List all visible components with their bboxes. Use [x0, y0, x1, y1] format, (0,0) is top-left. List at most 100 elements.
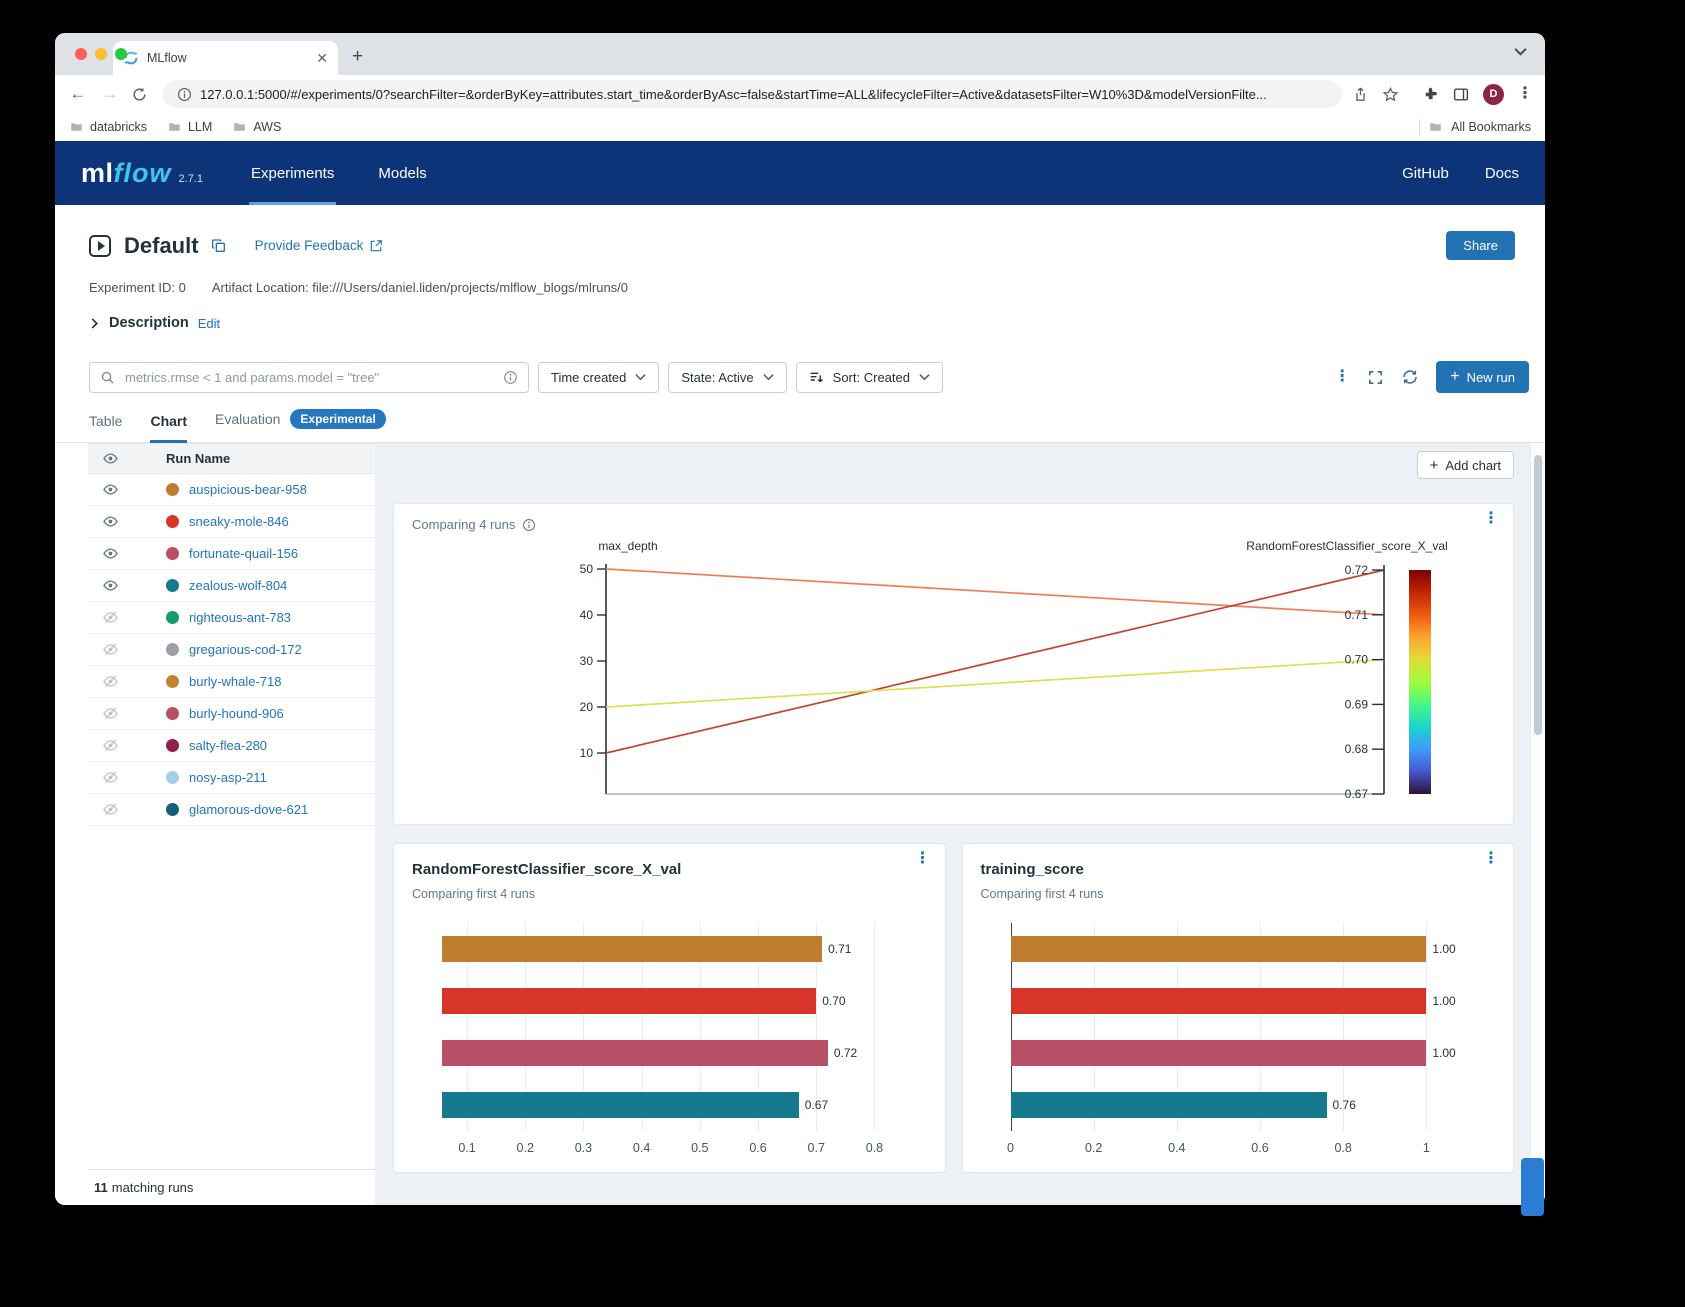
reload-icon[interactable] — [131, 86, 153, 103]
visibility-eye-off-icon[interactable] — [102, 737, 166, 754]
visibility-eye-off-icon[interactable] — [102, 641, 166, 658]
bar-zealous-wolf-804[interactable] — [442, 1092, 799, 1118]
visibility-eye-icon[interactable] — [102, 577, 166, 594]
visibility-eye-off-icon[interactable] — [102, 769, 166, 786]
run-row[interactable]: burly-whale-718 — [88, 666, 375, 698]
run-name-link[interactable]: nosy-asp-211 — [189, 770, 267, 785]
site-info-icon[interactable] — [177, 87, 192, 102]
back-icon[interactable]: ← — [67, 84, 89, 104]
run-row[interactable]: glamorous-dove-621 — [88, 794, 375, 826]
maximize-window-button[interactable] — [115, 48, 127, 60]
add-chart-button[interactable]: + Add chart — [1417, 451, 1514, 479]
toolbar-menu-icon[interactable]: ⋮ — [1334, 372, 1350, 382]
visibility-eye-icon[interactable] — [102, 513, 166, 530]
tab-search-chevron-icon[interactable] — [1514, 47, 1527, 56]
chart-menu-icon[interactable]: ⋮ — [1483, 514, 1499, 524]
nav-item-models[interactable]: Models — [376, 141, 428, 205]
time-created-filter[interactable]: Time created — [538, 362, 659, 393]
visibility-eye-off-icon[interactable] — [102, 801, 166, 818]
run-row[interactable]: nosy-asp-211 — [88, 762, 375, 794]
copy-icon[interactable] — [211, 238, 227, 254]
bookmark-item[interactable]: databricks — [69, 120, 147, 134]
provide-feedback-link[interactable]: Provide Feedback — [255, 238, 384, 253]
search-info-icon[interactable] — [503, 370, 518, 385]
x-tick-label: 0 — [1007, 1141, 1014, 1155]
browser-tab[interactable]: MLflow ✕ — [113, 41, 338, 75]
run-name-link[interactable]: salty-flea-280 — [189, 738, 267, 753]
share-icon[interactable] — [1352, 86, 1369, 103]
visibility-eye-icon[interactable] — [102, 545, 166, 562]
new-run-button[interactable]: + New run — [1436, 361, 1529, 393]
run-row[interactable]: burly-hound-906 — [88, 698, 375, 730]
run-row[interactable]: fortunate-quail-156 — [88, 538, 375, 570]
run-row[interactable]: sneaky-mole-846 — [88, 506, 375, 538]
info-icon[interactable] — [522, 518, 536, 532]
run-row[interactable]: righteous-ant-783 — [88, 602, 375, 634]
visibility-eye-icon[interactable] — [102, 481, 166, 498]
run-name-link[interactable]: gregarious-cod-172 — [189, 642, 302, 657]
bookmark-star-icon[interactable] — [1382, 86, 1399, 103]
run-row[interactable]: auspicious-bear-958 — [88, 474, 375, 506]
run-name-link[interactable]: glamorous-dove-621 — [189, 802, 308, 817]
run-name-link[interactable]: fortunate-quail-156 — [189, 546, 298, 561]
mlflow-logo[interactable]: ml flow 2.7.1 — [81, 158, 203, 189]
nav-item-experiments[interactable]: Experiments — [249, 141, 336, 205]
search-box[interactable] — [89, 362, 529, 393]
bar-sneaky-mole-846[interactable] — [442, 988, 816, 1014]
bar-auspicious-bear-958[interactable] — [1011, 936, 1427, 962]
scrollbar-thumb[interactable] — [1534, 455, 1542, 735]
description-chevron-icon[interactable] — [89, 318, 100, 329]
run-row[interactable]: gregarious-cod-172 — [88, 634, 375, 666]
nav-link-github[interactable]: GitHub — [1402, 165, 1449, 182]
run-name-link[interactable]: righteous-ant-783 — [189, 610, 291, 625]
tab-chart[interactable]: Chart — [150, 413, 187, 443]
profile-avatar[interactable]: D — [1483, 84, 1504, 105]
bar-fortunate-quail-156[interactable] — [1011, 1040, 1427, 1066]
extensions-puzzle-icon[interactable] — [1422, 86, 1439, 103]
new-tab-button[interactable]: + — [352, 46, 363, 68]
experimental-badge: Experimental — [290, 409, 385, 429]
run-color-dot — [166, 707, 179, 720]
run-color-dot — [166, 803, 179, 816]
side-panel-icon[interactable] — [1452, 86, 1470, 103]
visibility-eye-off-icon[interactable] — [102, 609, 166, 626]
run-row[interactable]: zealous-wolf-804 — [88, 570, 375, 602]
url-bar[interactable]: 127.0.0.1:5000/#/experiments/0?searchFil… — [163, 80, 1342, 108]
run-row[interactable]: salty-flea-280 — [88, 730, 375, 762]
bar-sneaky-mole-846[interactable] — [1011, 988, 1427, 1014]
experiment-icon — [89, 235, 111, 257]
run-name-link[interactable]: burly-hound-906 — [189, 706, 284, 721]
tab-table[interactable]: Table — [89, 413, 122, 443]
run-name-link[interactable]: burly-whale-718 — [189, 674, 282, 689]
description-edit-link[interactable]: Edit — [198, 316, 220, 331]
bar-auspicious-bear-958[interactable] — [442, 936, 822, 962]
toggle-all-visibility-icon[interactable] — [102, 450, 166, 467]
share-button[interactable]: Share — [1446, 231, 1515, 260]
bookmark-item[interactable]: AWS — [232, 120, 281, 134]
minimize-window-button[interactable] — [95, 48, 107, 60]
browser-menu-icon[interactable]: ⋮ — [1517, 89, 1533, 99]
forward-icon[interactable]: → — [99, 84, 121, 104]
visibility-eye-off-icon[interactable] — [102, 705, 166, 722]
sort-selector[interactable]: Sort: Created — [796, 362, 943, 393]
visibility-eye-off-icon[interactable] — [102, 673, 166, 690]
fullscreen-icon[interactable] — [1367, 369, 1384, 386]
bar-zealous-wolf-804[interactable] — [1011, 1092, 1327, 1118]
close-window-button[interactable] — [75, 48, 87, 60]
run-name-link[interactable]: auspicious-bear-958 — [189, 482, 307, 497]
chart-menu-icon[interactable]: ⋮ — [1483, 854, 1499, 864]
refresh-icon[interactable] — [1401, 368, 1419, 386]
run-name-link[interactable]: zealous-wolf-804 — [189, 578, 287, 593]
tab-evaluation[interactable]: EvaluationExperimental — [215, 409, 386, 443]
nav-link-docs[interactable]: Docs — [1485, 165, 1519, 182]
bookmark-item[interactable]: LLM — [167, 120, 212, 134]
search-input[interactable] — [123, 369, 495, 386]
bar-fortunate-quail-156[interactable] — [442, 1040, 828, 1066]
chart-menu-icon[interactable]: ⋮ — [915, 854, 931, 864]
state-filter[interactable]: State: Active — [668, 362, 786, 393]
url-text: 127.0.0.1:5000/#/experiments/0?searchFil… — [200, 87, 1267, 102]
tab-close-icon[interactable]: ✕ — [316, 51, 328, 65]
run-name-link[interactable]: sneaky-mole-846 — [189, 514, 289, 529]
traffic-lights — [75, 48, 127, 60]
all-bookmarks[interactable]: All Bookmarks — [1419, 119, 1531, 135]
